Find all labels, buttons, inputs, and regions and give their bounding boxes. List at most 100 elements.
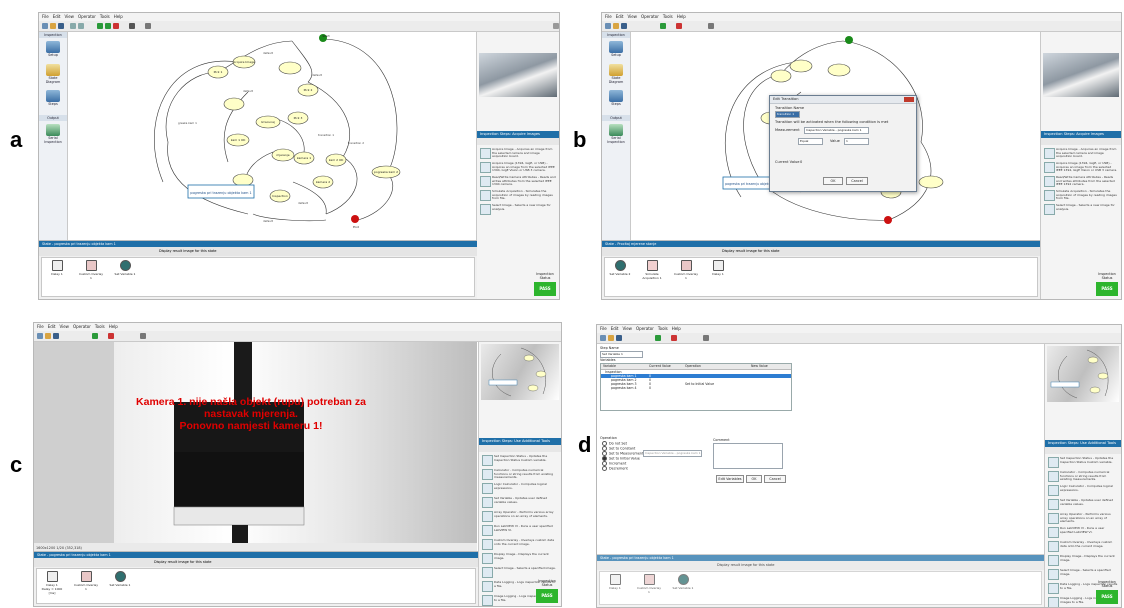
menu-help[interactable]: Help [114, 14, 123, 19]
step-palette-item[interactable]: Select Image - Selects a new image for a… [1044, 203, 1118, 216]
close-icon[interactable] [904, 97, 914, 102]
sidebar-item-state-diagram[interactable]: State Diagram [606, 64, 626, 84]
display-result-checkbox[interactable]: Display result image for this state [154, 558, 211, 567]
step-palette-item[interactable]: Set Inspection Status - Updates the Insp… [1048, 456, 1118, 469]
state-diagram-canvas[interactable]: pogreska pri trazenju objekta kam 1 Acqu… [68, 32, 476, 241]
step-palette-item[interactable]: Array Operator - Performs various array … [482, 510, 558, 523]
end-node[interactable] [351, 215, 359, 223]
step-palette-item[interactable]: Run LabVIEW VI - Runs a user specified L… [1048, 526, 1118, 539]
start-node[interactable] [845, 36, 853, 44]
cancel-button[interactable]: Cancel [764, 475, 786, 483]
grid-icon[interactable] [145, 23, 151, 29]
open-icon[interactable] [613, 23, 619, 29]
zoom-in-icon[interactable] [78, 23, 84, 29]
menu-tools[interactable]: Tools [95, 324, 105, 329]
step-palette-item[interactable]: Custom Overlay - Overlays custom data on… [1048, 540, 1118, 553]
new-icon[interactable] [605, 23, 611, 29]
cancel-button[interactable]: Cancel [846, 177, 868, 185]
step-set-variable[interactable]: Set Variable 1 [107, 571, 133, 587]
menu-file[interactable]: File [600, 326, 607, 331]
display-result-checkbox[interactable]: Display result image for this state [722, 247, 779, 256]
new-icon[interactable] [600, 335, 606, 341]
ok-button[interactable]: OK [823, 177, 843, 185]
table-row[interactable]: pogreska kam 40 [601, 386, 791, 390]
transition-name-field[interactable]: transition 1 [775, 111, 800, 118]
step-palette-item[interactable]: Logic Calculator - Computes logical expr… [1048, 484, 1118, 497]
step-palette-item[interactable]: Display Image - Displays the current ima… [1048, 554, 1118, 567]
menu-file[interactable]: File [37, 324, 44, 329]
step-palette-item[interactable]: Acquire Image - Acquires an image from t… [480, 147, 556, 160]
menu-operator[interactable]: Operator [78, 14, 96, 19]
sidebar-item-steps[interactable]: Steps [43, 90, 63, 106]
operator-select[interactable]: Equal [798, 138, 823, 145]
stop-icon[interactable] [676, 23, 682, 29]
sidebar-item-setup[interactable]: Setup [606, 41, 626, 57]
step-delay[interactable]: Delay 1 [44, 260, 70, 276]
step-set-variable[interactable]: Set Variable 1 [112, 260, 138, 276]
menu-operator[interactable]: Operator [636, 326, 654, 331]
value-field[interactable]: 1 [844, 138, 869, 145]
sidebar-item-setup[interactable]: Setup [43, 41, 63, 57]
display-result-checkbox[interactable]: Display result image for this state [717, 561, 774, 570]
run-icon[interactable] [655, 335, 661, 341]
save-icon[interactable] [621, 23, 627, 29]
stop-icon[interactable] [108, 333, 114, 339]
ok-button[interactable]: OK [746, 475, 762, 483]
step-palette-item[interactable]: Run LabVIEW VI - Runs a user specified L… [482, 524, 558, 537]
step-custom-overlay[interactable]: Custom Overlay 1 [673, 260, 699, 280]
menu-help[interactable]: Help [109, 324, 118, 329]
save-icon[interactable] [53, 333, 59, 339]
menu-file[interactable]: File [605, 14, 612, 19]
step-palette-item[interactable]: Calculator - Computes numerical function… [482, 468, 558, 481]
step-palette-item[interactable]: Simulate Acquisition - Simulates the acq… [480, 189, 556, 202]
step-set-variable[interactable]: Set Variable 1 [670, 574, 696, 590]
menu-help[interactable]: Help [672, 326, 681, 331]
measurement-select[interactable]: Inspection Variable - pogreska kam 1 [804, 127, 869, 134]
save-icon[interactable] [58, 23, 64, 29]
step-palette-item[interactable]: Acquire Image - Acquires an image from t… [1044, 147, 1118, 160]
step-simulate-acquisition[interactable]: Simulate Acquisition 1 [639, 260, 665, 280]
edit-variables-button[interactable]: Edit Variables [716, 475, 744, 483]
sidebar-item-serial-inspection[interactable]: Serial Inspection [606, 124, 626, 144]
step-delay[interactable]: Delay 1 Delay = 1000 [ms] [39, 571, 65, 595]
step-delay[interactable]: Delay 1 [602, 574, 628, 590]
display-result-checkbox[interactable]: Display result image for this state [159, 247, 216, 256]
menu-edit[interactable]: Edit [48, 324, 56, 329]
help-icon[interactable] [553, 23, 559, 29]
operation-decrement[interactable]: Decrement [602, 466, 628, 471]
menu-tools[interactable]: Tools [658, 326, 668, 331]
measurement-select[interactable]: Inspection Variable - pogreska kam 1 [643, 450, 702, 457]
step-palette-item[interactable]: Select Image - Selects a specified image… [482, 566, 558, 579]
menu-help[interactable]: Help [677, 14, 686, 19]
grid-icon[interactable] [708, 23, 714, 29]
step-palette-item[interactable]: Display Image - Displays the current ima… [482, 552, 558, 565]
run-icon[interactable] [92, 333, 98, 339]
menu-operator[interactable]: Operator [73, 324, 91, 329]
open-icon[interactable] [45, 333, 51, 339]
sidebar-item-state-diagram[interactable]: State Diagram [43, 64, 63, 84]
step-palette-item[interactable]: Select Image - Selects a new image for a… [480, 203, 556, 216]
open-icon[interactable] [50, 23, 56, 29]
stop-icon[interactable] [113, 23, 119, 29]
step-custom-overlay[interactable]: Custom Overlay 1 [636, 574, 662, 594]
menu-file[interactable]: File [42, 14, 49, 19]
sidebar-item-steps[interactable]: Steps [606, 90, 626, 106]
step-palette-item[interactable]: Calculator - Computes numerical function… [1048, 470, 1118, 483]
step-palette-item[interactable]: Simulate Acquisition - Simulates the acq… [1044, 189, 1118, 202]
new-icon[interactable] [42, 23, 48, 29]
run-icon[interactable] [660, 23, 666, 29]
menu-view[interactable]: View [59, 324, 69, 329]
end-node[interactable] [884, 216, 892, 224]
pause-icon[interactable] [129, 23, 135, 29]
step-palette-item[interactable]: Custom Overlay - Overlays custom data on… [482, 538, 558, 551]
step-delay[interactable]: Delay 1 [705, 260, 731, 276]
menu-view[interactable]: View [627, 14, 637, 19]
stop-icon[interactable] [671, 335, 677, 341]
step-custom-overlay[interactable]: Custom Overlay 1 [78, 260, 104, 280]
step-custom-overlay[interactable]: Custom Overlay 1 [73, 571, 99, 591]
grid-icon[interactable] [140, 333, 146, 339]
step-palette-item[interactable]: Set Inspection Status - Updates the Insp… [482, 454, 558, 467]
menu-tools[interactable]: Tools [663, 14, 673, 19]
open-icon[interactable] [608, 335, 614, 341]
new-icon[interactable] [37, 333, 43, 339]
